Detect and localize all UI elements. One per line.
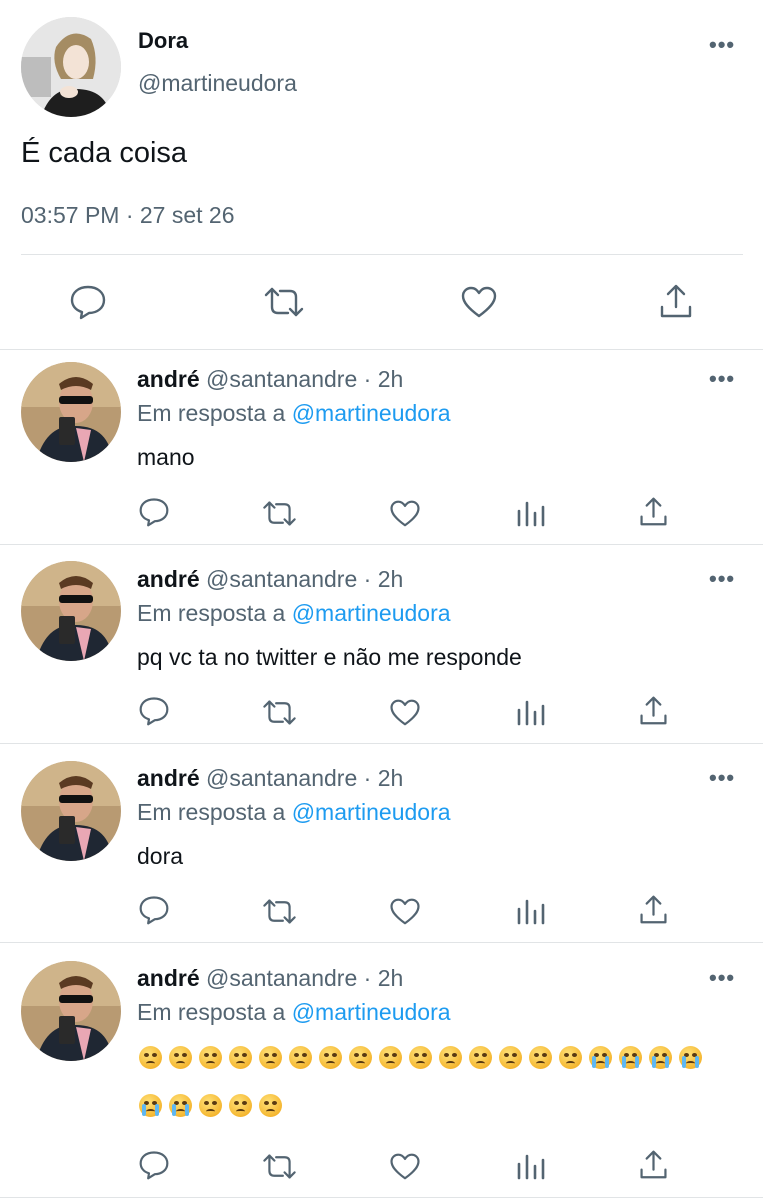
pleading-face-icon bbox=[197, 1091, 227, 1121]
pleading-face-icon bbox=[167, 1043, 197, 1073]
like-icon[interactable] bbox=[389, 698, 421, 727]
disappointed-face-icon bbox=[347, 1043, 377, 1073]
like-icon[interactable] bbox=[389, 499, 421, 528]
confounded-face-icon bbox=[437, 1043, 467, 1073]
disappointed-face-icon bbox=[317, 1043, 347, 1073]
reply-icon[interactable] bbox=[138, 696, 170, 726]
like-icon[interactable] bbox=[389, 897, 421, 926]
crying-face-single-tear-icon bbox=[167, 1091, 197, 1121]
share-icon[interactable] bbox=[639, 695, 668, 726]
reply-prefix: Em resposta a bbox=[137, 600, 286, 626]
reply-to-link[interactable]: @martineudora bbox=[292, 799, 451, 825]
dizzy-face-icon bbox=[287, 1043, 317, 1073]
retweet-icon[interactable] bbox=[261, 897, 298, 926]
divider bbox=[21, 254, 743, 255]
author-name[interactable]: andré bbox=[137, 566, 200, 592]
dizzy-face-icon bbox=[227, 1043, 257, 1073]
retweet-icon[interactable] bbox=[261, 1152, 298, 1181]
share-icon[interactable] bbox=[639, 496, 668, 527]
emoji-line bbox=[137, 1091, 287, 1121]
confounded-face-icon bbox=[407, 1043, 437, 1073]
author-meta[interactable]: @santanandre · 2h bbox=[206, 965, 403, 991]
more-options-icon[interactable]: ••• bbox=[709, 568, 735, 590]
divider bbox=[0, 349, 763, 350]
reply-icon[interactable] bbox=[69, 284, 107, 320]
reply-text: mano bbox=[137, 444, 195, 470]
reply-prefix: Em resposta a bbox=[137, 400, 286, 426]
emoji-line bbox=[137, 1043, 707, 1073]
more-options-icon[interactable]: ••• bbox=[709, 967, 735, 989]
reply-prefix: Em resposta a bbox=[137, 999, 286, 1025]
author-handle[interactable]: @martineudora bbox=[138, 70, 297, 97]
more-options-icon[interactable]: ••• bbox=[709, 34, 735, 56]
analytics-icon[interactable] bbox=[516, 1152, 546, 1180]
tweet-timestamp[interactable]: 03:57 PM · 27 set 26 bbox=[21, 202, 235, 229]
confounded-face-icon bbox=[467, 1043, 497, 1073]
retweet-icon[interactable] bbox=[262, 285, 306, 319]
analytics-icon[interactable] bbox=[516, 698, 546, 726]
pleading-face-icon bbox=[227, 1091, 257, 1121]
like-icon[interactable] bbox=[389, 1152, 421, 1181]
reply-prefix: Em resposta a bbox=[137, 799, 286, 825]
crying-face-icon bbox=[617, 1043, 647, 1073]
dizzy-face-icon bbox=[257, 1043, 287, 1073]
more-options-icon[interactable]: ••• bbox=[709, 368, 735, 390]
analytics-icon[interactable] bbox=[516, 499, 546, 527]
reply-to-link[interactable]: @martineudora bbox=[292, 600, 451, 626]
author-meta[interactable]: @santanandre · 2h bbox=[206, 765, 403, 791]
reply-text: dora bbox=[137, 843, 184, 869]
author-name[interactable]: Dora bbox=[138, 28, 188, 54]
reply-to-link[interactable]: @martineudora bbox=[292, 400, 451, 426]
pleading-face-icon bbox=[137, 1043, 167, 1073]
divider bbox=[0, 544, 763, 545]
crying-face-icon bbox=[587, 1043, 617, 1073]
pleading-face-icon bbox=[197, 1043, 227, 1073]
share-icon[interactable] bbox=[639, 894, 668, 925]
disappointed-face-icon bbox=[377, 1043, 407, 1073]
avatar-andre[interactable] bbox=[21, 362, 121, 462]
persevering-face-icon bbox=[527, 1043, 557, 1073]
divider bbox=[0, 1197, 763, 1198]
reply-text: pq vc ta no twitter e não me responde bbox=[137, 644, 522, 670]
author-name[interactable]: andré bbox=[137, 765, 200, 791]
share-icon[interactable] bbox=[639, 1149, 668, 1180]
crying-face-icon bbox=[647, 1043, 677, 1073]
avatar-andre[interactable] bbox=[21, 961, 121, 1061]
author-name[interactable]: andré bbox=[137, 965, 200, 991]
reply-icon[interactable] bbox=[138, 1150, 170, 1180]
reply-icon[interactable] bbox=[138, 497, 170, 527]
crying-face-single-tear-icon bbox=[137, 1091, 167, 1121]
tweet-text: É cada coisa bbox=[21, 137, 188, 169]
share-icon[interactable] bbox=[659, 283, 693, 319]
reply-to-link[interactable]: @martineudora bbox=[292, 999, 451, 1025]
author-meta[interactable]: @santanandre · 2h bbox=[206, 366, 403, 392]
avatar-andre[interactable] bbox=[21, 761, 121, 861]
crying-face-icon bbox=[677, 1043, 707, 1073]
avatar-dora[interactable] bbox=[21, 17, 121, 117]
avatar-andre[interactable] bbox=[21, 561, 121, 661]
pleading-face-icon bbox=[257, 1091, 287, 1121]
retweet-icon[interactable] bbox=[261, 499, 298, 528]
divider bbox=[0, 743, 763, 744]
like-icon[interactable] bbox=[460, 285, 498, 319]
more-options-icon[interactable]: ••• bbox=[709, 767, 735, 789]
divider bbox=[0, 942, 763, 943]
analytics-icon[interactable] bbox=[516, 897, 546, 925]
author-meta[interactable]: @santanandre · 2h bbox=[206, 566, 403, 592]
persevering-face-icon bbox=[497, 1043, 527, 1073]
author-name[interactable]: andré bbox=[137, 366, 200, 392]
retweet-icon[interactable] bbox=[261, 698, 298, 727]
persevering-face-icon bbox=[557, 1043, 587, 1073]
reply-icon[interactable] bbox=[138, 895, 170, 925]
